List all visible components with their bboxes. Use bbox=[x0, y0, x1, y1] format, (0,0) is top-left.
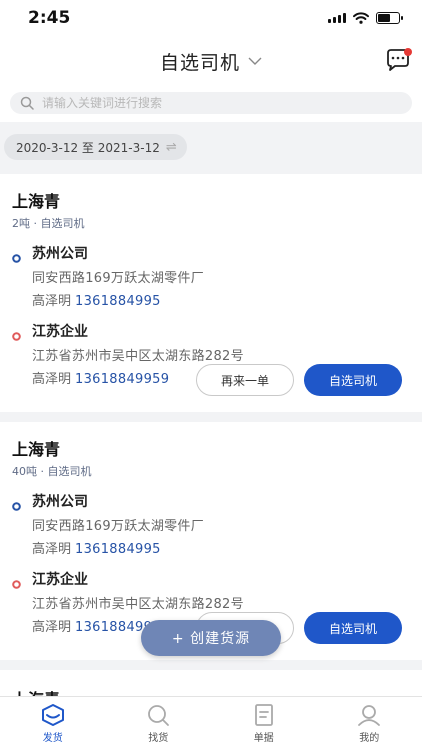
card-actions: 再来一单 自选司机 bbox=[196, 364, 402, 396]
search-input[interactable] bbox=[42, 96, 362, 110]
status-icons bbox=[328, 12, 403, 24]
tab-label: 找货 bbox=[148, 733, 169, 744]
origin-name: 苏州公司 bbox=[32, 246, 88, 262]
origin-pin-icon bbox=[12, 254, 21, 263]
page-title: 自选司机 bbox=[159, 51, 240, 74]
driver-mode-dropdown[interactable]: 自选司机 bbox=[160, 48, 262, 75]
choose-driver-button[interactable]: 自选司机 bbox=[304, 612, 402, 644]
origin-address: 同安西路169万跃太湖零件厂 bbox=[32, 519, 205, 534]
search-icon bbox=[20, 96, 34, 110]
chevron-down-icon bbox=[248, 57, 262, 65]
cargo-name: 上海青 bbox=[12, 440, 61, 459]
origin-contact-row: 高泽明 1361884995 bbox=[32, 538, 410, 557]
tab-ship[interactable]: 发货 bbox=[0, 697, 106, 750]
tab-label: 发货 bbox=[42, 733, 63, 744]
cellular-signal-icon bbox=[328, 13, 346, 23]
origin-stop: 苏州公司 同安西路169万跃太湖零件厂 高泽明 1361884995 bbox=[12, 491, 410, 557]
origin-phone[interactable]: 1361884995 bbox=[75, 542, 161, 557]
date-filter-row: 2020-3-12 至 2021-3-12 ⇌ bbox=[0, 122, 422, 174]
destination-address: 江苏省苏州市吴中区太湖东路282号 bbox=[32, 349, 244, 364]
origin-address: 同安西路169万跃太湖零件厂 bbox=[32, 271, 205, 286]
destination-contact-name: 高泽明 bbox=[32, 620, 72, 635]
wifi-icon bbox=[353, 12, 369, 24]
tab-label: 我的 bbox=[359, 733, 380, 744]
nav-bar: 自选司机 bbox=[0, 36, 422, 86]
origin-contact-name: 高泽明 bbox=[32, 294, 72, 309]
origin-contact-name: 高泽明 bbox=[32, 542, 72, 557]
search-bar[interactable] bbox=[10, 92, 412, 114]
destination-address: 江苏省苏州市吴中区太湖东路282号 bbox=[32, 597, 244, 612]
cargo-name: 上海青 bbox=[12, 192, 61, 211]
tab-profile[interactable]: 我的 bbox=[317, 697, 422, 750]
ship-icon bbox=[41, 704, 64, 726]
user-icon bbox=[358, 705, 381, 726]
order-card[interactable]: 上海青 2吨 · 自选司机 苏州公司 同安西路169万跃太湖零件厂 高泽明 136… bbox=[0, 174, 422, 412]
origin-name: 苏州公司 bbox=[32, 494, 88, 510]
destination-name: 江苏企业 bbox=[32, 324, 88, 340]
status-bar: 2:45 bbox=[0, 0, 422, 36]
battery-icon bbox=[376, 12, 403, 24]
cargo-meta: 40吨 · 自选司机 bbox=[12, 465, 92, 478]
origin-stop: 苏州公司 同安西路169万跃太湖零件厂 高泽明 1361884995 bbox=[12, 243, 410, 309]
status-time: 2:45 bbox=[28, 8, 71, 28]
destination-contact-name: 高泽明 bbox=[32, 372, 72, 387]
tab-label: 单据 bbox=[253, 733, 274, 744]
date-range-label: 2020-3-12 至 2021-3-12 bbox=[16, 140, 160, 155]
date-range-chip[interactable]: 2020-3-12 至 2021-3-12 ⇌ bbox=[4, 134, 187, 160]
swap-icon: ⇌ bbox=[165, 139, 177, 155]
reorder-button[interactable]: 再来一单 bbox=[196, 364, 294, 396]
document-icon bbox=[254, 704, 273, 726]
create-cargo-button[interactable]: + 创建货源 bbox=[141, 620, 281, 656]
cargo-meta: 2吨 · 自选司机 bbox=[12, 217, 85, 230]
origin-phone[interactable]: 1361884995 bbox=[75, 294, 161, 309]
tab-bar: 发货 找货 单据 我的 bbox=[0, 696, 422, 750]
choose-driver-button[interactable]: 自选司机 bbox=[304, 364, 402, 396]
search-icon bbox=[148, 705, 170, 726]
tab-documents[interactable]: 单据 bbox=[211, 697, 317, 750]
destination-phone[interactable]: 13618849959 bbox=[75, 372, 169, 387]
origin-pin-icon bbox=[12, 502, 21, 511]
message-icon[interactable] bbox=[384, 47, 414, 75]
tab-find-cargo[interactable]: 找货 bbox=[106, 697, 212, 750]
destination-name: 江苏企业 bbox=[32, 572, 88, 588]
destination-pin-icon bbox=[12, 332, 21, 341]
origin-contact-row: 高泽明 1361884995 bbox=[32, 290, 410, 309]
search-section bbox=[0, 86, 422, 122]
destination-pin-icon bbox=[12, 580, 21, 589]
